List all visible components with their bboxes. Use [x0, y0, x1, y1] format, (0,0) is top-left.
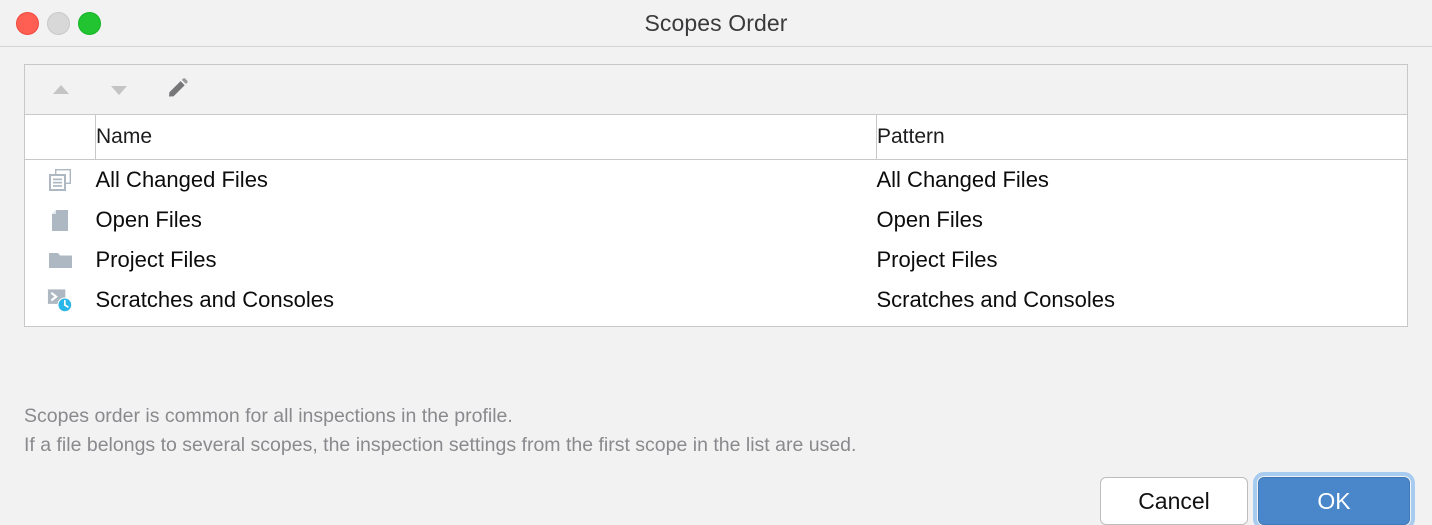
folder-icon	[46, 246, 74, 274]
row-name: All Changed Files	[95, 159, 877, 200]
column-header-name[interactable]: Name	[95, 115, 877, 160]
table-row[interactable]: Project Files Project Files	[25, 240, 1407, 280]
row-icon-cell	[25, 240, 96, 280]
dialog-button-bar: Cancel OK	[1100, 472, 1415, 525]
scopes-note: Scopes order is common for all inspectio…	[24, 402, 856, 460]
move-up-icon	[53, 84, 69, 94]
window-titlebar: Scopes Order	[0, 0, 1432, 47]
row-name: Scratches and Consoles	[95, 280, 877, 326]
note-line-2: If a file belongs to several scopes, the…	[24, 434, 857, 456]
table-header: Name Pattern	[25, 115, 1407, 160]
row-name: Open Files	[95, 200, 877, 240]
column-header-icon[interactable]	[25, 115, 96, 160]
zoom-button[interactable]	[78, 11, 101, 35]
scopes-table[interactable]: Name Pattern All Changed Files All Chang…	[25, 115, 1407, 326]
move-down-icon	[111, 85, 127, 95]
table-row[interactable]: Scratches and Consoles Scratches and Con…	[25, 280, 1407, 326]
edit-pencil-icon	[168, 78, 188, 97]
table-row[interactable]: Open Files Open Files	[25, 200, 1407, 240]
row-icon-cell	[25, 200, 96, 240]
traffic-light-group	[16, 0, 101, 46]
file-icon	[46, 206, 74, 234]
close-button[interactable]	[16, 11, 39, 35]
row-icon-cell	[25, 280, 96, 326]
dialog-content: Name Pattern All Changed Files All Chang…	[0, 47, 1432, 525]
column-header-pattern[interactable]: Pattern	[876, 115, 1407, 160]
edit-scope-button[interactable]	[155, 71, 199, 109]
row-icon-cell	[25, 159, 96, 200]
minimize-button[interactable]	[47, 11, 70, 35]
row-pattern: Scratches and Consoles	[876, 280, 1407, 326]
scopes-toolbar	[25, 65, 1407, 115]
row-pattern: All Changed Files	[876, 159, 1407, 200]
table-header-row: Name Pattern	[25, 115, 1407, 160]
row-name: Project Files	[95, 240, 877, 280]
move-up-button[interactable]	[39, 71, 83, 109]
changed-files-icon	[46, 166, 74, 194]
table-row[interactable]: All Changed Files All Changed Files	[25, 159, 1407, 200]
table-body: All Changed Files All Changed Files Open…	[25, 159, 1407, 326]
window-title: Scopes Order	[644, 9, 788, 36]
scopes-panel: Name Pattern All Changed Files All Chang…	[24, 64, 1408, 327]
ok-button[interactable]: OK	[1253, 472, 1415, 525]
row-pattern: Open Files	[876, 200, 1407, 240]
cancel-button[interactable]: Cancel	[1100, 477, 1248, 525]
scratches-consoles-icon	[46, 286, 74, 314]
note-line-1: Scopes order is common for all inspectio…	[24, 405, 513, 427]
move-down-button[interactable]	[97, 71, 141, 109]
row-pattern: Project Files	[876, 240, 1407, 280]
